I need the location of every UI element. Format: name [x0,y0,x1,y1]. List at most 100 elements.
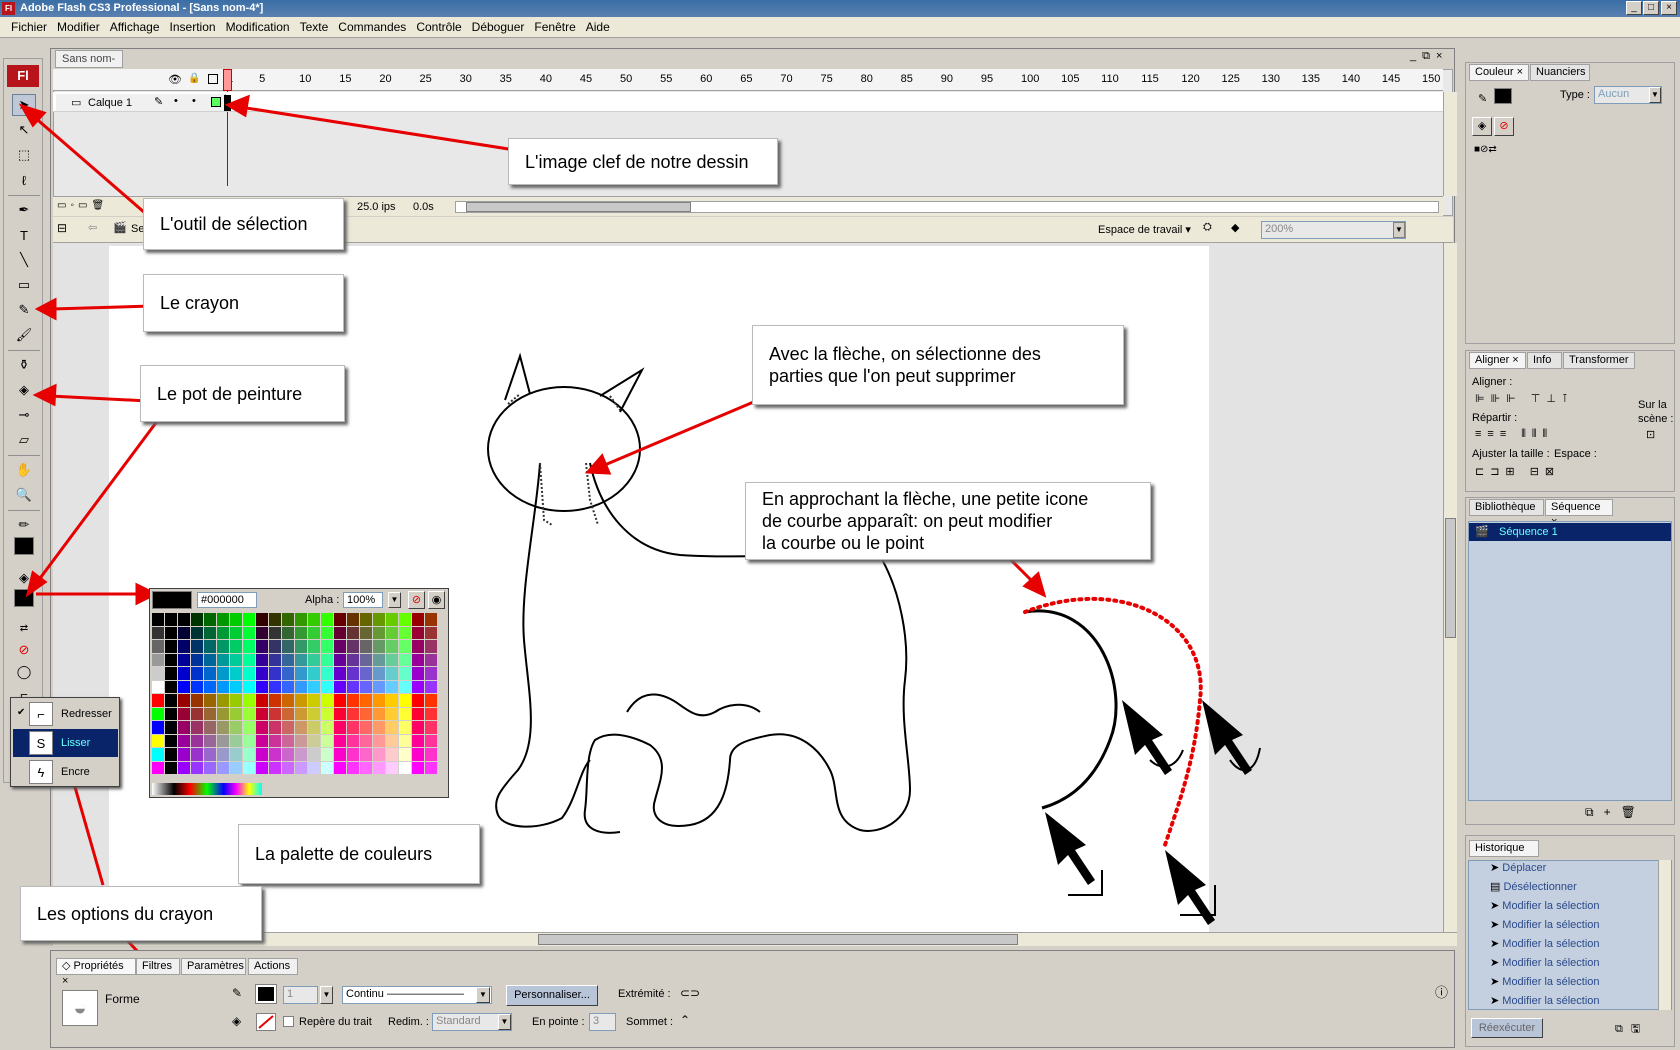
palette-swatch[interactable] [191,640,203,653]
palette-swatch[interactable] [204,748,216,761]
distribute-buttons-icon[interactable]: ≡≡≡ ⫴⫴⫴ [1475,428,1553,441]
palette-swatch[interactable] [152,721,164,734]
palette-swatch[interactable] [295,680,307,693]
palette-swatch[interactable] [256,734,268,747]
palette-swatch[interactable] [165,734,177,747]
palette-swatch[interactable] [386,707,398,720]
palette-swatch[interactable] [152,653,164,666]
palette-swatch[interactable] [217,653,229,666]
palette-swatch[interactable] [360,748,372,761]
palette-swatch[interactable] [217,761,229,774]
palette-swatch[interactable] [191,734,203,747]
palette-swatch[interactable] [295,613,307,626]
palette-swatch[interactable] [412,626,424,639]
palette-swatch[interactable] [282,761,294,774]
palette-swatch[interactable] [334,626,346,639]
palette-swatch[interactable] [373,721,385,734]
palette-swatch[interactable] [334,748,346,761]
history-item[interactable]: ➤ Modifier la sélection [1490,897,1600,915]
palette-swatch[interactable] [217,626,229,639]
palette-swatch[interactable] [412,667,424,680]
palette-swatch[interactable] [360,653,372,666]
palette-swatch[interactable] [256,680,268,693]
palette-swatch[interactable] [217,748,229,761]
palette-swatch[interactable] [386,653,398,666]
palette-swatch[interactable] [165,748,177,761]
palette-swatch[interactable] [373,734,385,747]
palette-swatch[interactable] [217,694,229,707]
palette-swatch[interactable] [243,721,255,734]
palette-swatch[interactable] [282,626,294,639]
palette-swatch[interactable] [230,748,242,761]
join-style-icon[interactable]: ⌃ [680,1013,690,1027]
history-item[interactable]: ➤ Modifier la sélection [1490,992,1600,1010]
palette-swatch[interactable] [412,707,424,720]
palette-swatch[interactable] [321,680,333,693]
palette-swatch[interactable] [321,734,333,747]
palette-swatch[interactable] [269,707,281,720]
palette-swatch[interactable] [269,667,281,680]
pencil-mode-lisser[interactable]: S Lisser [13,729,118,757]
palette-swatch[interactable] [191,707,203,720]
palette-swatch[interactable] [321,653,333,666]
tab-actions[interactable]: Actions [248,958,298,975]
palette-swatch[interactable] [269,613,281,626]
palette-swatch[interactable] [425,640,437,653]
palette-swatch[interactable] [217,680,229,693]
palette-swatch[interactable] [243,626,255,639]
palette-swatch[interactable] [269,680,281,693]
tab-couleur[interactable]: Couleur × [1469,64,1529,81]
palette-swatch[interactable] [243,734,255,747]
tab-info[interactable]: Info [1527,352,1562,369]
palette-swatch[interactable] [269,761,281,774]
customize-button[interactable]: Personnaliser... [506,985,598,1006]
hinting-checkbox[interactable] [283,1016,294,1027]
palette-swatch[interactable] [321,721,333,734]
palette-swatch[interactable] [243,748,255,761]
palette-swatch[interactable] [295,667,307,680]
scene-panel-buttons-icon[interactable]: ⧉+🗑 [1585,805,1646,820]
palette-swatch[interactable] [152,640,164,653]
palette-swatch[interactable] [178,707,190,720]
palette-swatch[interactable] [334,680,346,693]
palette-swatch[interactable] [204,734,216,747]
palette-swatch[interactable] [425,748,437,761]
palette-swatch[interactable] [295,626,307,639]
palette-swatch[interactable] [373,640,385,653]
palette-swatch[interactable] [386,667,398,680]
palette-swatch[interactable] [191,680,203,693]
palette-alpha-dropdown-icon[interactable]: ▼ [388,592,401,608]
replay-button[interactable]: Réexécuter [1471,1018,1543,1038]
palette-swatch[interactable] [204,613,216,626]
palette-swatch[interactable] [217,707,229,720]
history-item[interactable]: ➤ Déplacer [1490,859,1546,877]
palette-swatch[interactable] [386,613,398,626]
palette-swatch[interactable] [373,748,385,761]
palette-swatch[interactable] [373,694,385,707]
palette-swatch[interactable] [412,680,424,693]
palette-swatch[interactable] [347,626,359,639]
palette-swatch[interactable] [360,626,372,639]
stroke-size-dropdown-icon[interactable]: ▼ [320,986,333,1004]
palette-swatch[interactable] [334,653,346,666]
palette-swatch[interactable] [217,667,229,680]
palette-swatch[interactable] [256,748,268,761]
palette-swatch[interactable] [165,721,177,734]
stroke-style-select[interactable]: Continu ——————— [342,986,492,1004]
palette-swatch[interactable] [308,734,320,747]
palette-swatch[interactable] [282,721,294,734]
palette-swatch[interactable] [217,640,229,653]
palette-alpha-field[interactable]: 100% [343,592,383,608]
palette-swatch[interactable] [334,761,346,774]
palette-swatch[interactable] [412,721,424,734]
palette-swatch[interactable] [334,694,346,707]
palette-swatch[interactable] [425,667,437,680]
palette-swatch[interactable] [412,748,424,761]
palette-swatch[interactable] [269,748,281,761]
palette-swatch[interactable] [308,761,320,774]
palette-swatch[interactable] [373,613,385,626]
palette-swatch[interactable] [295,748,307,761]
palette-swatch-grid[interactable] [152,613,448,781]
type-dropdown-icon[interactable]: ▼ [1649,87,1661,103]
palette-swatch[interactable] [295,694,307,707]
